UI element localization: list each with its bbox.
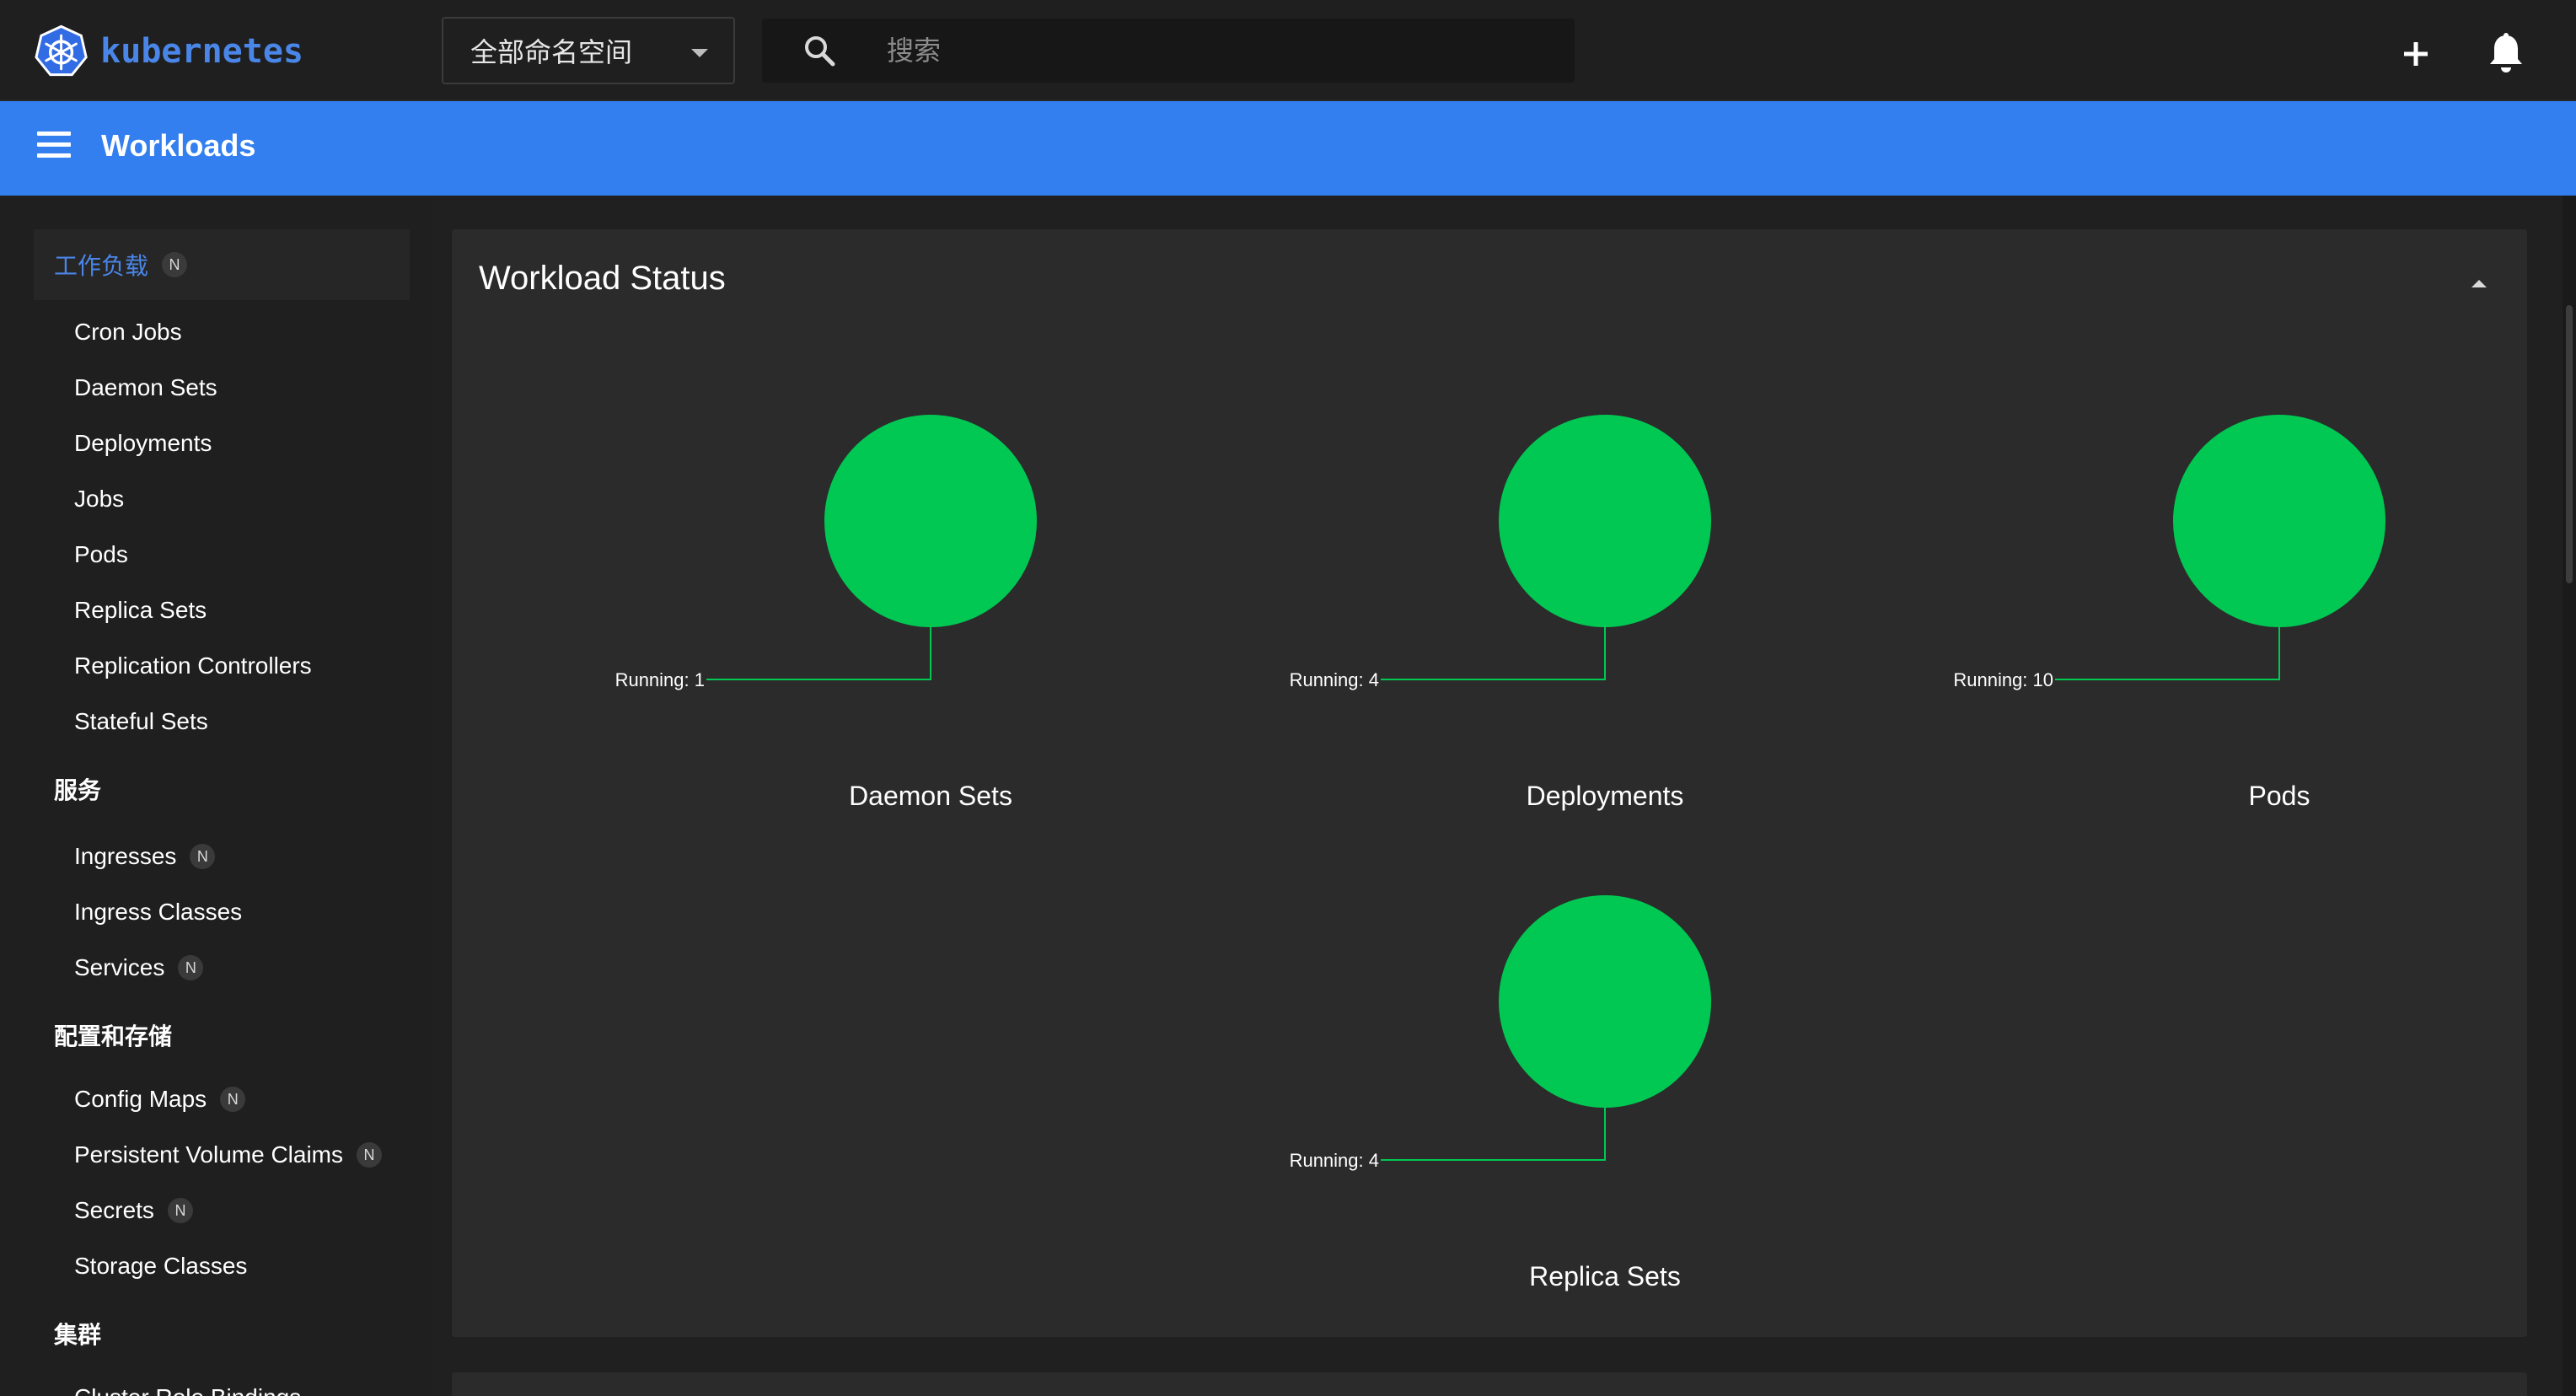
sidebar-item-replica-sets[interactable]: Replica Sets — [74, 587, 207, 634]
scrollbar-thumb[interactable] — [2566, 305, 2573, 583]
sidebar-item-label: Secrets — [74, 1197, 154, 1223]
sidebar-item-persistent-volume-claims[interactable]: Persistent Volume Claims N — [74, 1131, 383, 1179]
sidebar-item-secrets[interactable]: Secrets N — [74, 1187, 193, 1234]
sidebar-item-config-maps[interactable]: Config Maps N — [74, 1076, 246, 1123]
sidebar-item-label: Ingress Classes — [74, 899, 243, 925]
sidebar-section-label: 集群 — [54, 1322, 102, 1348]
pie-chart-daemon-sets[interactable]: Running: 1 — [593, 415, 1268, 769]
logo-text: kubernetes — [100, 32, 303, 71]
chevron-down-icon — [691, 49, 708, 57]
sidebar-item-label: Stateful Sets — [74, 708, 208, 734]
sidebar-item-cluster-role-bindings[interactable]: Cluster Role Bindings — [74, 1374, 301, 1396]
running-count-label: Running: 4 — [1290, 669, 1379, 690]
pie-chart-replica-sets[interactable]: Running: 4 — [1268, 895, 1942, 1249]
sidebar-section-label: 配置和存储 — [54, 1023, 173, 1050]
sidebar-item-label: Replication Controllers — [74, 652, 312, 679]
sidebar-item-deployments[interactable]: Deployments — [74, 420, 212, 467]
leader-line — [2055, 627, 2280, 680]
namespaced-badge: N — [190, 844, 216, 869]
pie-slice-running[interactable] — [2173, 415, 2385, 627]
sidebar-section-workloads[interactable]: 工作负载 N — [34, 229, 410, 300]
running-count-label: Running: 1 — [615, 669, 705, 690]
sidebar-item-label: Ingresses — [74, 843, 177, 869]
plus-icon[interactable] — [2392, 30, 2439, 78]
namespaced-badge: N — [178, 955, 204, 980]
sidebar-item-label: Services — [74, 954, 165, 980]
sidebar-section-config-storage[interactable]: 配置和存储 — [34, 1000, 410, 1071]
collapse-icon[interactable] — [2466, 271, 2492, 297]
namespace-selected-value: 全部命名空间 — [470, 37, 633, 67]
sidebar-section-services[interactable]: 服务 — [34, 754, 410, 824]
chart-daemon-sets: Running: 1 Daemon Sets — [593, 415, 1268, 853]
kubernetes-logo-icon — [35, 24, 88, 77]
chart-label[interactable]: Deployments — [1268, 781, 1942, 812]
chart-pods: Running: 10 Pods — [1942, 415, 2576, 853]
sidebar-item-jobs[interactable]: Jobs — [74, 475, 124, 523]
sidebar-item-stateful-sets[interactable]: Stateful Sets — [74, 698, 208, 745]
top-toolbar: kubernetes 全部命名空间 — [0, 0, 2576, 101]
sidebar-section-cluster[interactable]: 集群 — [34, 1298, 410, 1369]
sidebar-item-label: Daemon Sets — [74, 374, 217, 400]
sidebar-item-ingress-classes[interactable]: Ingress Classes — [74, 889, 242, 936]
sidebar-item-label: Deployments — [74, 430, 212, 456]
namespace-selector[interactable]: 全部命名空间 — [442, 17, 735, 84]
page-title: Workloads — [101, 128, 256, 163]
leader-line — [1381, 1108, 1606, 1161]
pie-chart-deployments[interactable]: Running: 4 — [1268, 415, 1942, 769]
sidebar-item-label: Config Maps — [74, 1086, 207, 1112]
sidebar-item-label: Replica Sets — [74, 597, 207, 623]
bell-icon[interactable] — [2482, 29, 2530, 78]
search-input[interactable] — [887, 29, 1544, 72]
pie-chart-pods[interactable]: Running: 10 — [1942, 415, 2576, 769]
sidebar-item-pods[interactable]: Pods — [74, 531, 128, 578]
pie-slice-running[interactable] — [1499, 415, 1711, 627]
running-count-label: Running: 10 — [1953, 669, 2053, 690]
chart-label[interactable]: Replica Sets — [1268, 1261, 1942, 1292]
sidebar-item-ingresses[interactable]: Ingresses N — [74, 833, 216, 880]
chart-deployments: Running: 4 Deployments — [1268, 415, 1942, 853]
sidebar-section-label: 工作负载 — [54, 253, 149, 279]
app-header: Workloads — [0, 101, 2576, 196]
pie-slice-running[interactable] — [1499, 895, 1711, 1108]
kubernetes-logo[interactable]: kubernetes — [34, 22, 303, 81]
card-title: Workload Status — [479, 260, 726, 297]
running-count-label: Running: 4 — [1290, 1150, 1379, 1171]
hamburger-menu-icon[interactable] — [34, 132, 74, 165]
sidebar: 工作负载 N Cron Jobs Daemon Sets Deployments… — [0, 196, 432, 1396]
namespaced-badge: N — [162, 252, 188, 277]
sidebar-item-services[interactable]: Services N — [74, 944, 204, 991]
sidebar-item-daemon-sets[interactable]: Daemon Sets — [74, 364, 217, 411]
chart-label[interactable]: Pods — [1942, 781, 2576, 812]
namespaced-badge: N — [220, 1087, 246, 1112]
page-scrollbar[interactable] — [2563, 196, 2576, 1396]
sidebar-item-label: Persistent Volume Claims — [74, 1141, 344, 1168]
sidebar-item-label: Storage Classes — [74, 1253, 248, 1279]
chart-label[interactable]: Daemon Sets — [593, 781, 1268, 812]
sidebar-item-replication-controllers[interactable]: Replication Controllers — [74, 642, 312, 690]
leader-line — [706, 627, 931, 680]
next-card — [452, 1372, 2527, 1396]
chart-replica-sets: Running: 4 Replica Sets — [1268, 895, 1942, 1334]
sidebar-section-label: 服务 — [54, 777, 102, 803]
pie-slice-running[interactable] — [824, 415, 1037, 627]
sidebar-item-cron-jobs[interactable]: Cron Jobs — [74, 309, 182, 356]
sidebar-item-label: Cron Jobs — [74, 319, 182, 345]
workload-status-card: Workload Status Running: 1 Daemon Sets R… — [452, 229, 2527, 1337]
search-bar — [762, 19, 1575, 83]
main-content: Workload Status Running: 1 Daemon Sets R… — [432, 196, 2576, 1396]
sidebar-item-storage-classes[interactable]: Storage Classes — [74, 1243, 247, 1290]
search-icon[interactable] — [801, 32, 838, 69]
sidebar-item-label: Jobs — [74, 486, 125, 512]
sidebar-item-label: Cluster Role Bindings — [74, 1384, 301, 1396]
sidebar-item-label: Pods — [74, 541, 128, 567]
leader-line — [1381, 627, 1606, 680]
namespaced-badge: N — [357, 1142, 383, 1168]
namespaced-badge: N — [167, 1198, 193, 1223]
